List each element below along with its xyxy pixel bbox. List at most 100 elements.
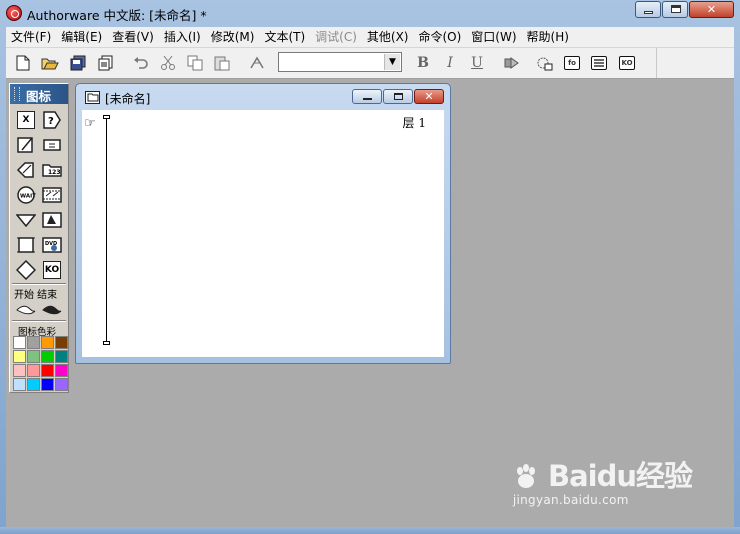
color-swatch[interactable] xyxy=(27,364,40,377)
variables-box-icon xyxy=(591,56,607,70)
save-all-icon[interactable] xyxy=(67,52,89,74)
menu-modify[interactable]: 修改(M) xyxy=(206,27,260,47)
color-swatch[interactable] xyxy=(55,350,68,363)
color-swatch[interactable] xyxy=(55,336,68,349)
decision-icon[interactable]: WAIT xyxy=(16,185,36,205)
color-swatches xyxy=(13,336,68,391)
undo-icon[interactable] xyxy=(130,52,152,74)
motion-icon[interactable]: ? xyxy=(42,110,62,130)
grip-icon[interactable] xyxy=(14,87,20,101)
wait-icon[interactable] xyxy=(42,135,62,155)
workspace: 图标 Ⅹ ? 123 WAIT DVD KO 开始 结束 图标色彩 [未命名] … xyxy=(6,79,734,527)
palette-divider-2 xyxy=(12,320,66,322)
italic-icon[interactable]: I xyxy=(439,52,461,74)
copy-icon[interactable] xyxy=(184,52,206,74)
menu-insert[interactable]: 插入(I) xyxy=(159,27,206,47)
color-swatch[interactable] xyxy=(55,364,68,377)
menu-view[interactable]: 查看(V) xyxy=(107,27,159,47)
window-title: Authorware 中文版: [未命名] * xyxy=(27,8,207,23)
color-swatch[interactable] xyxy=(27,350,40,363)
authorware-app-icon[interactable] xyxy=(6,5,22,21)
video-icon[interactable] xyxy=(16,260,36,280)
minimize-icon xyxy=(644,11,653,14)
minimize-button[interactable] xyxy=(635,1,661,18)
variables-icon[interactable] xyxy=(588,52,610,74)
interaction-icon[interactable] xyxy=(42,185,62,205)
underline-icon[interactable]: U xyxy=(466,52,488,74)
new-icon[interactable] xyxy=(12,52,34,74)
menu-bar: 文件(F) 编辑(E) 查看(V) 插入(I) 修改(M) 文本(T) 调试(C… xyxy=(6,27,734,48)
layer-label: 层 1 xyxy=(402,116,426,130)
menu-help[interactable]: 帮助(H) xyxy=(522,27,574,47)
menu-edit[interactable]: 编辑(E) xyxy=(56,27,107,47)
knowledge-objects-box: KO xyxy=(619,56,635,70)
flowline[interactable] xyxy=(106,118,107,344)
palette-title-bar[interactable]: 图标 xyxy=(10,84,68,104)
navigate-icon[interactable] xyxy=(16,160,36,180)
design-window-icon[interactable] xyxy=(85,91,100,104)
flowline-canvas[interactable]: ☞ 层 1 xyxy=(82,110,444,357)
display-icon[interactable]: Ⅹ xyxy=(16,110,36,130)
erase-icon[interactable] xyxy=(16,135,36,155)
color-swatch[interactable] xyxy=(41,364,54,377)
color-swatch[interactable] xyxy=(41,378,54,391)
design-window-buttons: ✕ xyxy=(351,89,444,104)
maximize-icon xyxy=(394,93,403,100)
color-swatch[interactable] xyxy=(27,378,40,391)
design-window: [未命名] ✕ ☞ 层 1 xyxy=(75,83,451,364)
knowledge-objects-icon[interactable]: KO xyxy=(616,52,638,74)
title-bar[interactable]: Authorware 中文版: [未命名] * ✕ xyxy=(0,0,740,26)
minimize-icon xyxy=(363,98,372,100)
menu-text[interactable]: 文本(T) xyxy=(259,27,310,47)
color-swatch[interactable] xyxy=(27,336,40,349)
maximize-button[interactable] xyxy=(662,1,688,18)
knowledge-object-icon[interactable]: KO xyxy=(42,260,62,280)
menu-commands[interactable]: 命令(O) xyxy=(413,27,466,47)
flags-label: 开始 结束 xyxy=(14,290,58,301)
digital-movie-icon[interactable] xyxy=(16,235,36,255)
close-icon: ✕ xyxy=(424,90,434,103)
svg-text:123: 123 xyxy=(48,169,61,176)
paste-hand-icon[interactable]: ☞ xyxy=(84,116,96,131)
color-swatch[interactable] xyxy=(13,350,26,363)
calculation-icon[interactable] xyxy=(16,210,36,230)
icon-palette: 图标 Ⅹ ? 123 WAIT DVD KO 开始 结束 图标色彩 xyxy=(9,83,69,393)
color-swatch[interactable] xyxy=(41,336,54,349)
bold-icon[interactable]: B xyxy=(412,52,434,74)
baidu-watermark: Baidu经验 jingyan.baidu.com xyxy=(513,453,693,507)
design-close-button[interactable]: ✕ xyxy=(414,89,444,104)
window-bottom-border xyxy=(0,527,740,534)
color-swatch[interactable] xyxy=(13,378,26,391)
start-flag-icon[interactable] xyxy=(16,300,36,320)
design-minimize-button[interactable] xyxy=(352,89,382,104)
color-swatch[interactable] xyxy=(13,364,26,377)
color-swatch[interactable] xyxy=(55,378,68,391)
menu-file[interactable]: 文件(F) xyxy=(6,27,56,47)
design-maximize-button[interactable] xyxy=(383,89,413,104)
open-icon[interactable] xyxy=(39,52,61,74)
stop-flag-icon[interactable] xyxy=(42,300,62,320)
find-icon[interactable] xyxy=(246,52,268,74)
cut-icon[interactable] xyxy=(157,52,179,74)
menu-debug[interactable]: 调试(C) xyxy=(310,27,362,47)
close-button[interactable]: ✕ xyxy=(689,1,734,18)
control-panel-icon[interactable] xyxy=(534,52,556,74)
run-icon[interactable] xyxy=(501,52,523,74)
toolbar-separator xyxy=(656,48,657,78)
color-swatch[interactable] xyxy=(13,336,26,349)
main-window: Authorware 中文版: [未命名] * ✕ 文件(F) 编辑(E) 查看… xyxy=(0,0,740,534)
sound-icon[interactable]: DVD xyxy=(42,235,62,255)
menu-window[interactable]: 窗口(W) xyxy=(466,27,521,47)
font-combo[interactable]: ▼ xyxy=(278,52,402,72)
design-window-title: [未命名] xyxy=(105,92,151,106)
color-swatch[interactable] xyxy=(41,350,54,363)
menu-xtras[interactable]: 其他(X) xyxy=(362,27,414,47)
chevron-down-icon[interactable]: ▼ xyxy=(384,54,400,70)
paste-icon[interactable] xyxy=(211,52,233,74)
map-icon[interactable] xyxy=(42,210,62,230)
toolbar: ▼ B I U fo KO xyxy=(6,48,734,79)
maximize-icon xyxy=(671,5,681,13)
framework-icon[interactable]: 123 xyxy=(42,160,62,180)
functions-icon[interactable]: fo xyxy=(561,52,583,74)
import-icon[interactable] xyxy=(95,52,117,74)
